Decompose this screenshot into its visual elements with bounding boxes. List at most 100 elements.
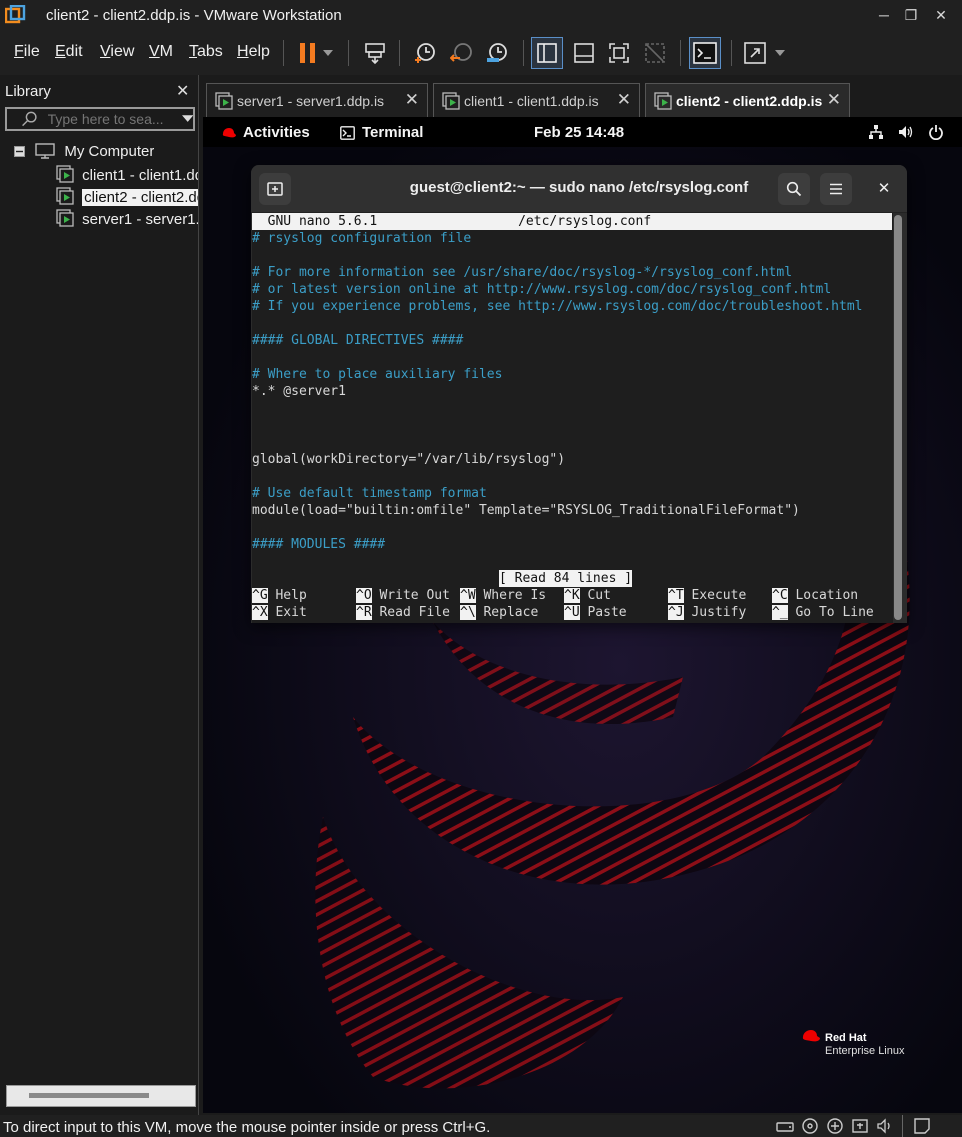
toolbar-separator — [523, 40, 524, 66]
tree-item-client1[interactable]: client1 - client1.ddp.is — [56, 165, 198, 187]
close-button[interactable]: ✕ — [929, 4, 953, 26]
unity-button[interactable] — [639, 37, 671, 69]
revert-snapshot-button[interactable] — [446, 37, 478, 69]
vmware-logo-icon — [5, 5, 26, 24]
nano-shortcut: ^R Read File — [356, 604, 450, 621]
activities-button[interactable]: Activities — [221, 124, 310, 141]
library-view-button[interactable] — [531, 37, 563, 69]
toolbar-separator — [680, 40, 681, 66]
message-icon[interactable] — [912, 1117, 932, 1135]
library-close-button[interactable]: ✕ — [176, 81, 189, 101]
library-search[interactable] — [5, 107, 195, 131]
tab-close-button[interactable]: ✕ — [827, 90, 841, 110]
shortcut-label: Help — [267, 588, 307, 603]
fullscreen-icon — [609, 43, 629, 63]
stretch-dropdown[interactable] — [770, 37, 790, 69]
snapshot-button[interactable] — [409, 37, 441, 69]
vm-display[interactable]: Activities Terminal Feb 25 14:48 guest@c… — [203, 117, 962, 1113]
snapshot-manager-button[interactable] — [481, 37, 513, 69]
hamburger-icon — [830, 183, 842, 195]
collapse-icon[interactable] — [14, 146, 25, 157]
fullscreen-button[interactable] — [603, 37, 635, 69]
nano-shortcut: ^K Cut — [564, 587, 611, 604]
system-menu[interactable] — [868, 124, 944, 140]
shortcut-key: ^U — [564, 605, 580, 620]
vm-running-icon — [56, 187, 74, 205]
tab-close-button[interactable]: ✕ — [617, 90, 631, 110]
tab-client2[interactable]: client2 - client2.ddp.is ✕ — [645, 83, 850, 117]
menu-vm[interactable]: VM — [149, 43, 173, 61]
clock[interactable]: Feb 25 14:48 — [534, 124, 624, 141]
menu-help[interactable]: Help — [237, 43, 270, 61]
nano-shortcut: ^C Location — [772, 587, 858, 604]
shortcut-label: Replace — [475, 605, 539, 620]
tab-label: client2 - client2.ddp.is — [676, 92, 823, 109]
menu-toolbar: File Edit View VM Tabs Help — [0, 31, 962, 75]
cd-icon[interactable] — [800, 1117, 820, 1135]
console-view-button[interactable] — [689, 37, 721, 69]
sound-icon[interactable] — [875, 1117, 895, 1135]
send-ctrl-alt-del-button[interactable] — [359, 37, 391, 69]
dropdown-arrow-icon[interactable] — [181, 115, 193, 123]
hdd-icon[interactable] — [775, 1117, 795, 1135]
library-horizontal-scrollbar[interactable] — [6, 1085, 196, 1107]
menu-view[interactable]: View — [100, 43, 134, 61]
thumbnail-view-button[interactable] — [568, 37, 600, 69]
tree-root-my-computer[interactable]: My Computer — [14, 143, 154, 165]
terminal-app-menu[interactable]: Terminal — [340, 124, 423, 141]
vm-tab-bar: server1 - server1.ddp.is ✕ client1 - cli… — [203, 80, 962, 117]
send-ctrl-alt-del-icon — [365, 43, 385, 65]
redhat-wordmark: Red Hat — [825, 1032, 867, 1044]
pause-icon — [300, 43, 315, 63]
menu-edit[interactable]: Edit — [55, 43, 83, 61]
toolbar-separator — [283, 40, 284, 66]
volume-icon — [899, 126, 913, 138]
vm-running-icon — [56, 209, 74, 227]
library-search-input[interactable] — [47, 111, 178, 127]
terminal-scrollbar[interactable] — [894, 215, 902, 620]
shortcut-label: Execute — [683, 588, 747, 603]
redhat-logo: Red Hat Enterprise Linux — [801, 1029, 905, 1057]
minimize-button[interactable]: ─ — [872, 4, 896, 26]
search-button[interactable] — [778, 173, 810, 205]
nano-shortcut: ^\ Replace — [460, 604, 538, 621]
config-comment-line: # or latest version online at http://www… — [252, 282, 832, 297]
window-title: client2 - client2.ddp.is - VMware Workst… — [46, 7, 342, 24]
tree-label: client2 - client2.ddp.is — [82, 189, 198, 206]
config-line: module(load="builtin:omfile" Template="R… — [252, 503, 800, 518]
stretch-icon — [744, 42, 766, 64]
tab-client1[interactable]: client1 - client1.ddp.is ✕ — [433, 83, 640, 117]
network-wired-icon — [869, 125, 883, 139]
tree-item-client2[interactable]: client2 - client2.ddp.is — [56, 187, 198, 209]
config-comment-line: #### GLOBAL DIRECTIVES #### — [252, 333, 464, 348]
tree-item-server1[interactable]: server1 - server1.ddp.is — [56, 209, 198, 231]
nano-editor[interactable]: GNU nano 5.6.1 /etc/rsyslog.conf # rsysl… — [252, 213, 893, 623]
network-icon[interactable] — [825, 1117, 845, 1135]
vm-running-icon — [442, 91, 460, 110]
menu-tabs[interactable]: Tabs — [189, 43, 223, 61]
shortcut-label: Location — [787, 588, 859, 603]
tree-label: My Computer — [64, 143, 155, 160]
shortcut-key: ^J — [668, 605, 684, 620]
menu-file[interactable]: File — [14, 43, 40, 61]
terminal-close-button[interactable]: ✕ — [873, 178, 895, 200]
menu-button[interactable] — [820, 173, 852, 205]
toolbar-separator — [348, 40, 349, 66]
stretch-button[interactable] — [739, 37, 771, 69]
redhat-product-name: Enterprise Linux — [825, 1045, 905, 1057]
tab-close-button[interactable]: ✕ — [405, 90, 419, 110]
config-comment-line: # Use default timestamp format — [252, 486, 487, 501]
usb-icon[interactable] — [850, 1117, 870, 1135]
search-icon — [786, 181, 802, 197]
shortcut-key: ^W — [460, 588, 476, 603]
restore-button[interactable]: ❐ — [899, 4, 923, 26]
library-panel: Library ✕ My Computer client1 - client1.… — [0, 75, 199, 1115]
config-comment-line: # Where to place auxiliary files — [252, 367, 503, 382]
tab-server1[interactable]: server1 - server1.ddp.is ✕ — [206, 83, 428, 117]
power-dropdown[interactable] — [318, 37, 338, 69]
scrollbar-thumb[interactable] — [29, 1093, 149, 1098]
dropdown-arrow-icon — [323, 50, 333, 56]
nano-shortcut: ^X Exit — [252, 604, 307, 621]
search-icon — [22, 111, 37, 127]
terminal-window[interactable]: guest@client2:~ — sudo nano /etc/rsyslog… — [251, 165, 907, 623]
